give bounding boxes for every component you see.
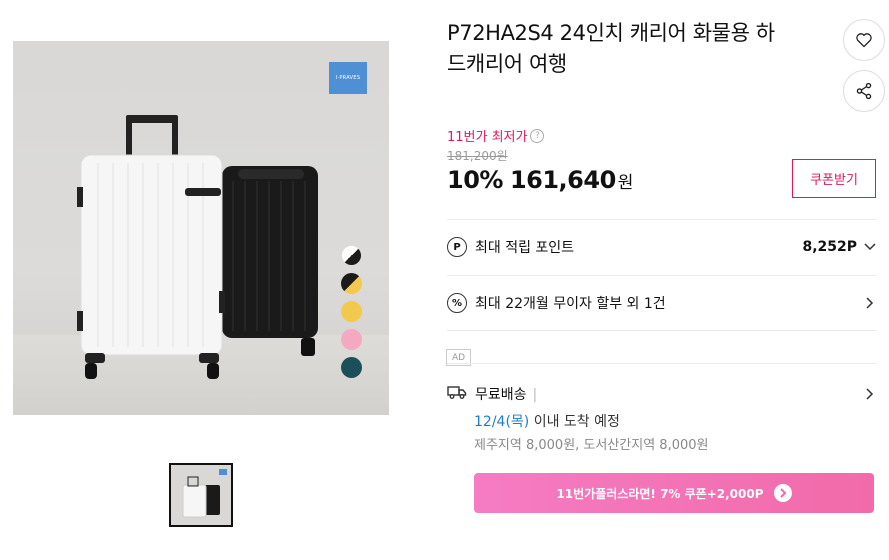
percent-icon: % — [447, 293, 467, 313]
sale-price: 161,640 — [509, 166, 616, 194]
chevron-down-icon — [863, 240, 877, 254]
coupon-button[interactable]: 쿠폰받기 — [792, 159, 876, 198]
currency-unit: 원 — [617, 173, 634, 193]
installment-row[interactable]: % 최대 22개월 무이자 할부 외 1건 — [447, 291, 877, 315]
truck-icon — [447, 384, 467, 404]
share-button[interactable] — [843, 70, 885, 112]
product-main-image: I·PRAVES — [13, 41, 389, 415]
shipping-label: 무료배송 | — [475, 384, 863, 404]
color-swatch-yellow-black[interactable] — [341, 273, 362, 294]
installment-label: 최대 22개월 무이자 할부 외 1건 — [475, 296, 666, 312]
heart-icon — [856, 33, 872, 48]
product-thumbnail[interactable] — [169, 463, 233, 527]
plus-membership-promo-button[interactable]: 11번가플러스라면! 7% 쿠폰+2,000P — [474, 473, 874, 513]
thumbnail-image — [171, 465, 231, 525]
chevron-right-icon — [863, 387, 877, 401]
arrival-estimate: 12/4(목) 이내 도착 예정 — [474, 411, 620, 431]
suitcase-illustration — [77, 115, 318, 379]
divider — [447, 330, 876, 331]
point-icon: P — [447, 237, 467, 257]
arrival-date: 12/4(목) — [474, 414, 530, 430]
color-swatch-yellow[interactable] — [341, 301, 362, 322]
product-title: P72HA2S4 24인치 캐리어 화물용 하 드캐리어 여행 — [447, 18, 825, 80]
sale-price-row: 10% 161,640 원 — [447, 166, 633, 194]
lowest-price-label: 11번가 최저가 ? — [447, 126, 545, 145]
share-icon — [856, 82, 872, 100]
points-row[interactable]: P 최대 적립 포인트 8,252P — [447, 235, 877, 259]
arrival-text: 이내 도착 예정 — [529, 414, 620, 430]
wishlist-button[interactable] — [843, 19, 885, 61]
color-swatch-pink[interactable] — [341, 329, 362, 350]
discount-rate: 10% — [447, 166, 503, 194]
arrow-right-icon — [773, 484, 792, 502]
lowest-price-text: 11번가 최저가 — [447, 130, 528, 145]
extra-shipping-fee: 제주지역 8,000원, 도서산간지역 8,000원 — [474, 438, 709, 453]
divider — [447, 363, 876, 364]
color-swatch-teal[interactable] — [341, 357, 362, 378]
divider — [447, 275, 876, 276]
free-shipping-text: 무료배송 — [475, 387, 527, 403]
color-swatch-white-black[interactable] — [341, 245, 362, 266]
original-price: 181,200원 — [447, 149, 508, 163]
help-icon[interactable]: ? — [530, 128, 545, 143]
shipping-separator: | — [532, 387, 538, 403]
points-label: 최대 적립 포인트 — [475, 240, 575, 256]
points-value: 8,252P — [802, 239, 857, 255]
product-title-line1: P72HA2S4 24인치 캐리어 화물용 하 — [447, 21, 775, 45]
chevron-right-icon — [863, 296, 877, 310]
shipping-row[interactable]: 무료배송 | — [447, 384, 877, 404]
divider — [447, 219, 876, 220]
product-title-line2: 드캐리어 여행 — [447, 52, 567, 76]
promo-text: 11번가플러스라면! 7% 쿠폰+2,000P — [556, 486, 764, 501]
